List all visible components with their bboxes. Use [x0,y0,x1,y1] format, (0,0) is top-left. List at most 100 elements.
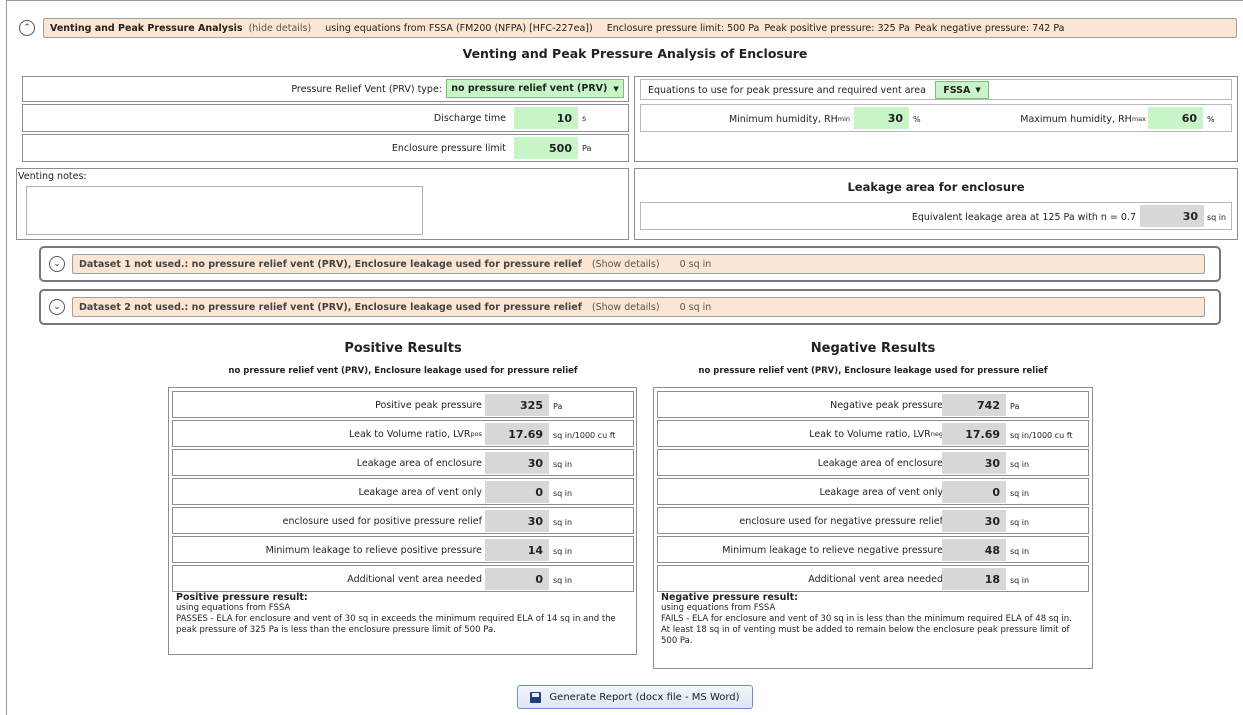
positive-row-label-text: enclosure used for positive pressure rel… [282,515,482,527]
expand-chevron-icon[interactable]: ⌄ [49,256,65,272]
notes-textarea[interactable] [26,186,423,235]
equations-value: FSSA [943,84,971,96]
negative-row-label: Minimum leakage to relieve negative pres… [663,542,943,558]
chevron-down-icon: ▼ [975,86,981,94]
rhmin-label: Minimum humidity, RH min [700,111,850,127]
generate-report-button[interactable]: Generate Report (docx file - MS Word) [517,685,753,709]
limit-input[interactable]: 500 [514,137,578,159]
negative-row-value: 30 [942,452,1006,474]
negative-row-label-text: Additional vent area needed [808,573,943,585]
negative-row-unit: sq in [1010,459,1030,469]
dataset-2-value: 0 sq in [679,301,712,313]
negative-row-label: Leak to Volume ratio, LVR neg [663,426,943,442]
positive-result-text: PASSES - ELA for enclosure and vent of 3… [176,614,616,635]
rhmax-input[interactable]: 60 [1148,107,1203,129]
leakage-value: 30 [1140,205,1204,227]
positive-row-label-text: Minimum leakage to relieve positive pres… [265,544,482,556]
positive-row-label: enclosure used for positive pressure rel… [178,513,482,529]
positive-row-unit: sq in [553,459,573,469]
positive-row-unit: sq in [553,488,573,498]
rhmax-sub: max [1131,115,1146,123]
dataset-2-toggle[interactable]: (Show details) [592,302,660,313]
equations-dropdown[interactable]: FSSA ▼ [935,81,989,99]
prv-label: Pressure Relief Vent (PRV) type: [291,83,442,95]
negative-row-unit: sq in/1000 cu ft [1010,430,1073,440]
positive-result: Positive pressure result: using equation… [176,592,631,636]
dataset-2-title: Dataset 2 not used.: no pressure relief … [79,301,582,313]
discharge-input[interactable]: 10 [514,107,578,129]
positive-row-value: 17.69 [485,423,549,445]
negative-row-value: 742 [942,394,1006,416]
prv-dropdown[interactable]: no pressure relief vent (PRV) ▼ [446,79,624,98]
positive-row-value: 0 [485,568,549,590]
negative-row-value: 0 [942,481,1006,503]
rhmin-label-text: Minimum humidity, RH [728,113,838,125]
rhmin-unit: % [913,114,921,124]
negative-row-label-text: Leak to Volume ratio, LVR [809,428,931,440]
left-border [6,0,7,715]
negative-row-unit: sq in [1010,546,1030,556]
positive-result-title: Positive pressure result: [176,592,308,603]
negative-result: Negative pressure result: using equation… [661,592,1081,647]
positive-row-label: Additional vent area needed [178,571,482,587]
leakage-title: Leakage area for enclosure [847,180,1025,194]
collapse-chevron-icon[interactable]: ⌃ [19,20,35,36]
analysis-header[interactable]: Venting and Peak Pressure Analysis (hide… [43,18,1237,38]
negative-row-label-text: enclosure used for negative pressure rel… [739,515,943,527]
negative-row-unit: Pa [1010,401,1020,411]
positive-title: Positive Results [344,341,462,356]
negative-row-label-text: Minimum leakage to relieve negative pres… [722,544,943,556]
positive-row-label-text: Leakage area of enclosure [356,457,482,469]
negative-row-label-text: Negative peak pressure [830,399,943,411]
positive-row-label: Minimum leakage to relieve positive pres… [178,542,482,558]
rhmax-unit: % [1207,114,1215,124]
expand-chevron-icon[interactable]: ⌄ [49,299,65,315]
negative-row-label: Leakage area of enclosure [663,455,943,471]
leakage-label: Equivalent leakage area at 125 Pa with n… [911,211,1136,223]
positive-row-label-text: Leak to Volume ratio, LVR [348,428,471,440]
negative-result-text: FAILS - ELA for enclosure and vent of 30… [661,614,1072,646]
save-icon [530,691,542,703]
positive-row-label-text: Additional vent area needed [347,573,482,585]
dataset-2-header[interactable]: Dataset 2 not used.: no pressure relief … [72,297,1205,317]
header-peak-positive: Peak positive pressure: 325 Pa [764,22,910,34]
positive-row-value: 0 [485,481,549,503]
negative-result-line1: using equations from FSSA [661,603,776,613]
header-title: Venting and Peak Pressure Analysis [50,22,243,34]
positive-row-label: Leakage area of vent only [178,484,482,500]
negative-row-value: 48 [942,539,1006,561]
positive-row-label-sub: pos [470,430,483,438]
negative-subtitle: no pressure relief vent (PRV), Enclosure… [698,366,1048,376]
negative-row-unit: sq in [1010,575,1030,585]
limit-label: Enclosure pressure limit [391,142,506,154]
header-pressure-limit: Enclosure pressure limit: 500 Pa [606,22,760,34]
dataset-1-header[interactable]: Dataset 1 not used.: no pressure relief … [72,254,1205,274]
positive-row-unit: sq in [553,575,573,585]
negative-row-value: 18 [942,568,1006,590]
negative-row-value: 17.69 [942,423,1006,445]
positive-row-label-text: Positive peak pressure [375,399,482,411]
top-border [6,0,1243,1]
positive-result-line1: using equations from FSSA [176,603,291,613]
equations-label: Equations to use for peak pressure and r… [648,84,926,96]
positive-row-label: Leak to Volume ratio, LVR pos [178,426,482,442]
header-summary: using equations from FSSA (FM200 (NFPA) … [325,22,593,34]
negative-row-label: enclosure used for negative pressure rel… [663,513,943,529]
positive-row-value: 14 [485,539,549,561]
rhmin-input[interactable]: 30 [854,107,909,129]
rhmin-sub: min [837,115,850,123]
header-toggle[interactable]: (hide details) [249,23,312,34]
negative-row-unit: sq in [1010,517,1030,527]
positive-subtitle: no pressure relief vent (PRV), Enclosure… [228,366,578,376]
chevron-down-icon: ▼ [613,84,619,93]
positive-row-label: Positive peak pressure [178,397,482,413]
negative-row-label: Negative peak pressure [663,397,943,413]
discharge-unit: s [582,113,587,123]
negative-result-title: Negative pressure result: [661,592,798,603]
negative-row-unit: sq in [1010,488,1030,498]
negative-row-label: Leakage area of vent only [663,484,943,500]
dataset-1-toggle[interactable]: (Show details) [592,259,660,270]
positive-row-label: Leakage area of enclosure [178,455,482,471]
positive-row-unit: Pa [553,401,563,411]
dataset-1-value: 0 sq in [679,258,712,270]
